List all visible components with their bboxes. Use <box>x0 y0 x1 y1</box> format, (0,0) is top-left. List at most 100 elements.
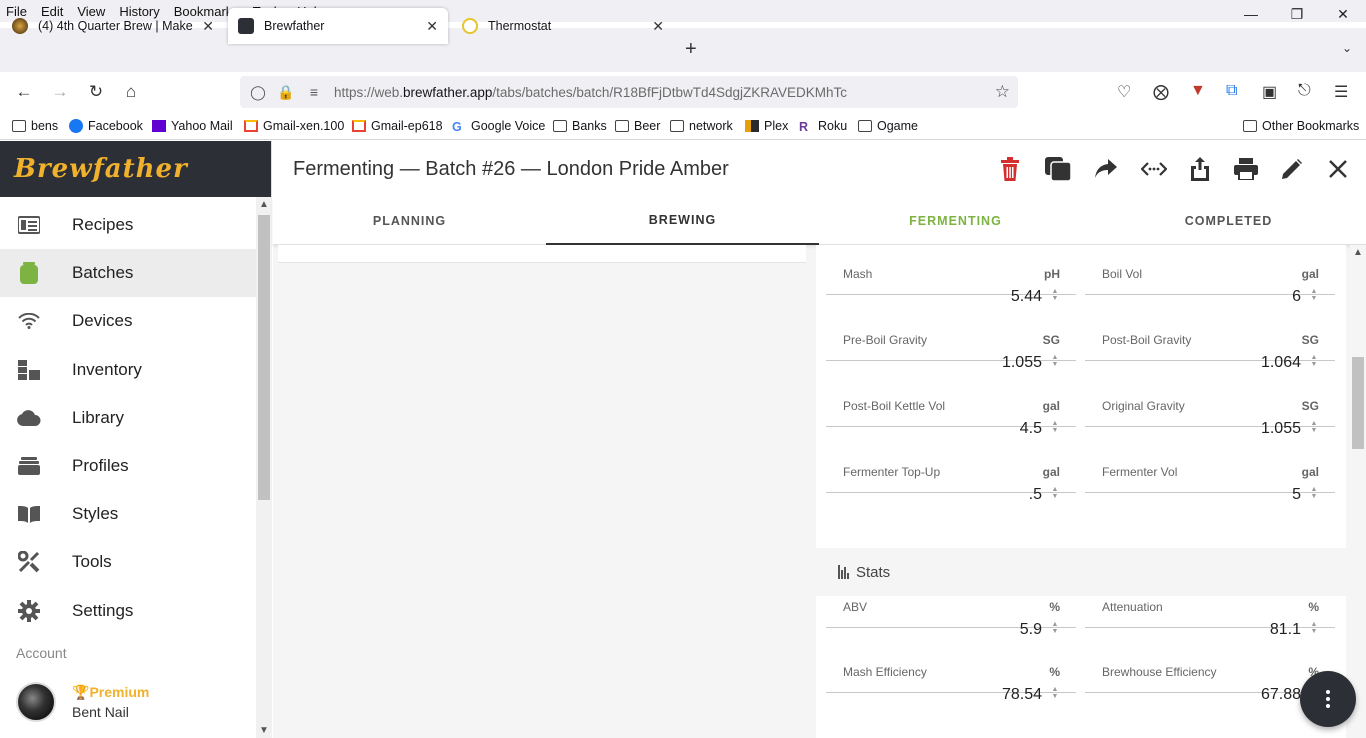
sidebar-item-batches[interactable]: Batches <box>0 249 256 298</box>
close-tab-icon[interactable]: ✕ <box>652 18 664 35</box>
field-value-input[interactable]: 67.88 <box>1261 686 1301 704</box>
field-abv: ABV% 5.9 ▲ ▼ <box>826 566 1076 638</box>
delete-icon[interactable] <box>996 155 1024 183</box>
home-icon[interactable]: ⌂ <box>120 82 142 102</box>
close-window-icon[interactable]: ✕ <box>1320 0 1366 28</box>
new-tab-icon[interactable]: + <box>685 38 697 61</box>
export-icon[interactable] <box>1186 155 1214 183</box>
list-all-tabs-icon[interactable]: ⌄ <box>1342 41 1352 55</box>
tab-brewing[interactable]: BREWING <box>546 197 819 245</box>
bookmark-yahoo-mail[interactable]: Yahoo Mail <box>152 119 233 133</box>
scroll-up-icon[interactable]: ▲ <box>259 199 269 210</box>
browser-tab-brewfather[interactable]: Brewfather ✕ <box>228 8 448 44</box>
shield-icon[interactable]: ◯ <box>248 84 268 101</box>
field-value-input[interactable]: 5 <box>1292 486 1301 504</box>
bookmark-gmail-xen[interactable]: Gmail-xen.100 <box>244 119 344 133</box>
bookmark-ogame[interactable]: Ogame <box>858 119 918 133</box>
scroll-up-icon[interactable]: ▲ <box>1353 247 1363 258</box>
sidebar-item-profiles[interactable]: Profiles <box>0 442 256 490</box>
sidebar-item-recipes[interactable]: Recipes <box>0 201 256 249</box>
window-controls: — ❐ ✕ <box>1228 0 1366 28</box>
sidebar-scrollbar[interactable]: ▲ ▼ <box>256 197 272 738</box>
main-scrollbar[interactable]: ▲ <box>1350 245 1366 738</box>
batches-icon <box>17 262 41 285</box>
sidebar-item-devices[interactable]: Devices <box>0 297 256 345</box>
field-value-input[interactable]: .5 <box>1029 486 1042 504</box>
browser-tab-4th-quarter[interactable]: (4) 4th Quarter Brew | Make Bee ✕ <box>2 8 224 44</box>
close-icon[interactable] <box>1324 155 1352 183</box>
restore-icon[interactable]: ❐ <box>1274 0 1320 28</box>
other-bookmarks[interactable]: Other Bookmarks <box>1243 119 1359 133</box>
premium-badge: 🏆Premium <box>72 684 149 701</box>
field-value-input[interactable]: 78.54 <box>1002 686 1042 704</box>
extension-translate-icon[interactable]: ⧉ <box>1226 82 1237 100</box>
field-brewhouse-efficiency: Brewhouse Efficiency%67.88▲▼ <box>1085 631 1335 703</box>
sidebar: Brewfather Recipes Batches Devices Inventor… <box>0 141 272 738</box>
stepper-icon[interactable]: ▲▼ <box>1050 686 1060 700</box>
minimize-icon[interactable]: — <box>1228 0 1274 28</box>
account-item[interactable]: 🏆Premium Bent Nail <box>16 682 149 722</box>
field-unit: gal <box>1042 399 1060 413</box>
extensions-puzzle-icon[interactable]: ⎋ <box>1298 82 1311 100</box>
close-tab-icon[interactable]: ✕ <box>202 18 214 35</box>
pocket-icon[interactable]: ♡ <box>1117 82 1131 102</box>
field-original-gravity: Original Gravity SG 1.055 ▲ ▼ <box>1085 365 1335 437</box>
sidebar-item-library[interactable]: Library <box>0 394 256 442</box>
print-icon[interactable] <box>1232 155 1260 183</box>
bookmark-roku[interactable]: R Roku <box>799 119 847 134</box>
more-actions-button[interactable] <box>1300 671 1356 727</box>
extension-v-icon[interactable]: ▼ <box>1190 82 1206 100</box>
stepper-icon[interactable]: ▲▼ <box>1309 486 1319 500</box>
brewfather-logo[interactable]: Brewfather <box>14 154 188 184</box>
sidebar-item-styles[interactable]: Styles <box>0 490 256 538</box>
field-label: Fermenter Vol <box>1102 465 1178 479</box>
bookmark-label: Google Voice <box>471 119 546 133</box>
field-pre-boil-gravity: Pre-Boil Gravity SG 1.055 ▲ ▼ <box>826 299 1076 371</box>
sidebar-item-label: Recipes <box>72 215 134 234</box>
back-icon[interactable]: ← <box>13 82 35 102</box>
stepper-icon[interactable]: ▲▼ <box>1050 486 1060 500</box>
bookmark-label: Facebook <box>88 119 143 133</box>
tab-title: Brewfather <box>264 19 325 33</box>
copy-icon[interactable] <box>1044 155 1072 183</box>
trophy-icon: 🏆 <box>72 684 90 700</box>
bookmark-gmail-ep[interactable]: Gmail-ep618 <box>352 119 443 133</box>
bookmark-plex[interactable]: Plex <box>745 119 788 133</box>
forward-icon[interactable]: → <box>49 82 71 102</box>
sidebar-item-inventory[interactable]: Inventory <box>0 346 256 394</box>
share-icon[interactable] <box>1092 155 1120 183</box>
url-text: https://web.brewfather.app/tabs/batches/… <box>334 84 848 100</box>
permissions-icon[interactable]: ≡ <box>304 84 324 100</box>
scroll-down-icon[interactable]: ▼ <box>259 725 269 736</box>
bookmark-beer[interactable]: Beer <box>615 119 660 133</box>
main-scroll-thumb[interactable] <box>1352 357 1364 449</box>
extension-x-icon[interactable]: ⨂ <box>1153 82 1169 102</box>
folder-icon <box>858 120 872 132</box>
address-bar[interactable]: ◯ 🔒 ≡ https://web.brewfather.app/tabs/ba… <box>240 76 1018 108</box>
extension-disk-icon[interactable]: ▣ <box>1262 82 1277 102</box>
field-label: Boil Vol <box>1102 267 1143 281</box>
sidebar-item-settings[interactable]: Settings <box>0 587 256 635</box>
bookmark-google-voice[interactable]: G Google Voice <box>452 119 546 134</box>
bookmark-network[interactable]: network <box>670 119 733 133</box>
code-icon[interactable] <box>1140 155 1168 183</box>
profiles-icon <box>17 456 41 476</box>
sidebar-scroll-thumb[interactable] <box>258 215 270 500</box>
tab-planning[interactable]: PLANNING <box>273 197 546 245</box>
lock-icon[interactable]: 🔒 <box>276 84 296 101</box>
bookmark-bens[interactable]: bens <box>12 119 58 133</box>
edit-icon[interactable] <box>1278 155 1306 183</box>
reload-icon[interactable]: ↻ <box>85 82 107 102</box>
field-unit: % <box>1308 600 1319 614</box>
close-tab-icon[interactable]: ✕ <box>426 18 438 35</box>
bookmark-star-icon[interactable]: ☆ <box>995 82 1010 102</box>
gmail-icon <box>244 120 258 132</box>
bookmark-label: Plex <box>764 119 789 133</box>
brewfather-app: Brewfather Recipes Batches Devices Inventor… <box>0 141 1366 738</box>
bookmark-facebook[interactable]: Facebook <box>69 119 143 133</box>
app-menu-icon[interactable]: ☰ <box>1334 82 1348 102</box>
sidebar-item-tools[interactable]: Tools <box>0 538 256 586</box>
browser-tab-thermostat[interactable]: Thermostat ✕ <box>452 8 674 44</box>
bookmark-banks[interactable]: Banks <box>553 119 607 133</box>
sidebar-item-label: Tools <box>72 552 112 572</box>
